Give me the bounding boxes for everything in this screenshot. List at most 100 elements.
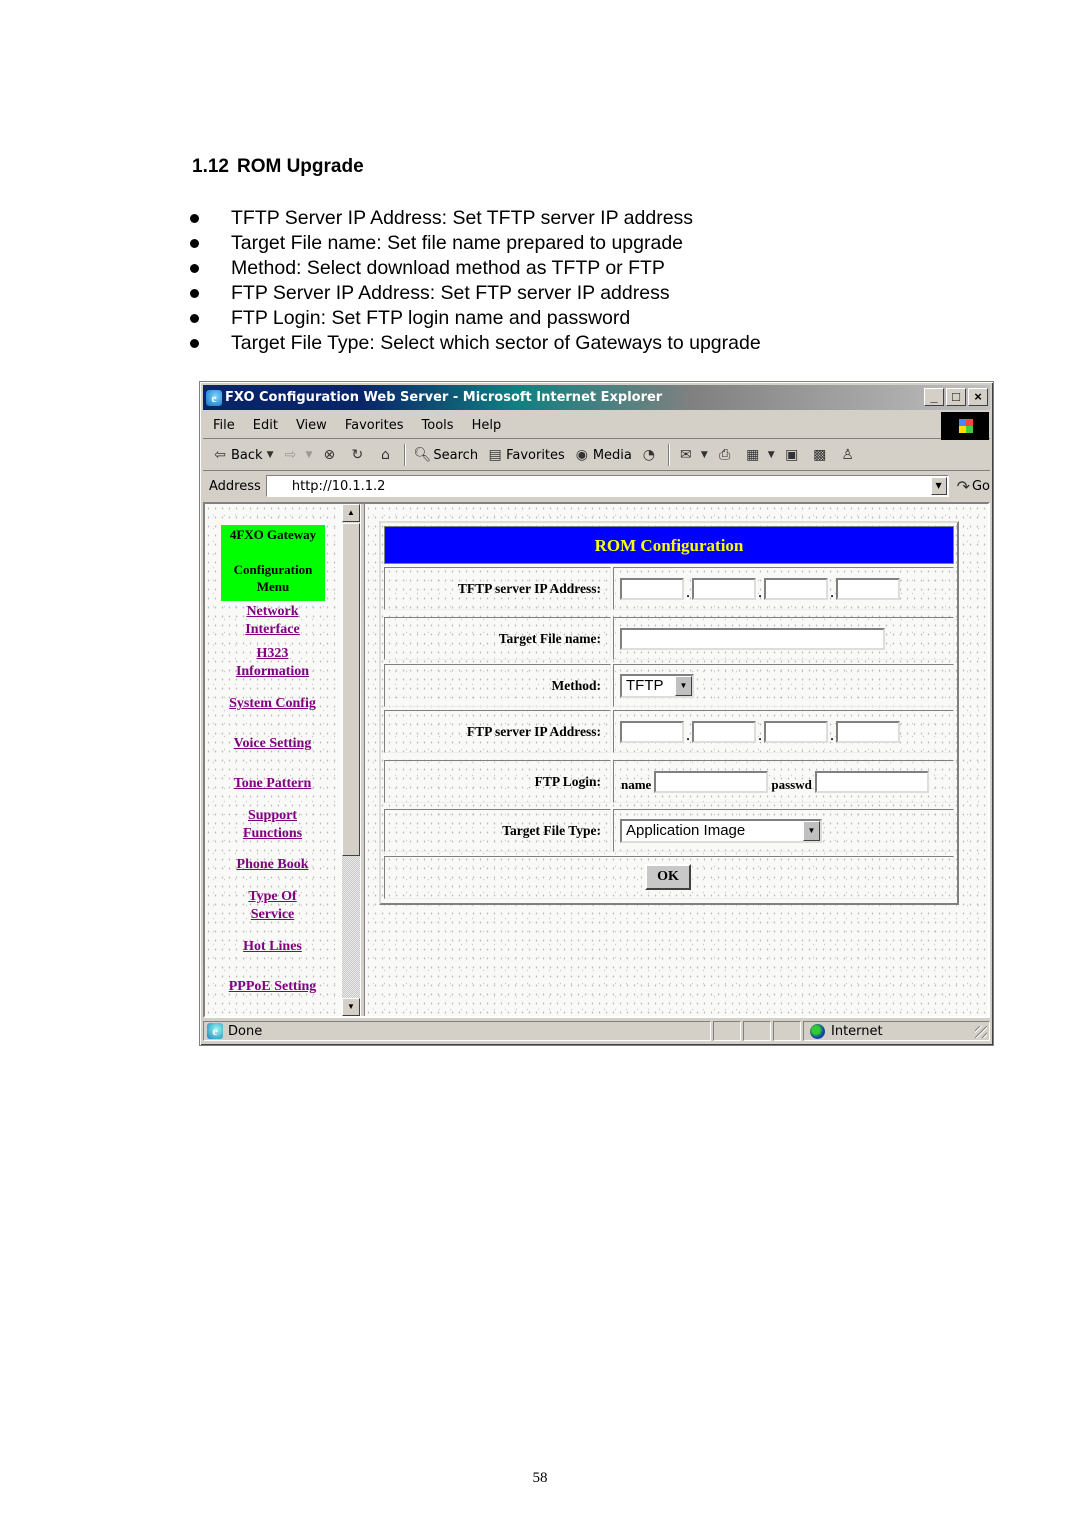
browser-window: e FXO Configuration Web Server - Microso… xyxy=(199,381,994,1046)
home-button[interactable]: ⌂ xyxy=(376,446,396,464)
nav-network-interface[interactable]: Network Interface xyxy=(205,603,340,639)
stop-button[interactable]: ⊗ xyxy=(320,446,340,464)
forward-button[interactable]: ⇨ ▼ xyxy=(281,446,313,464)
menu-favorites[interactable]: Favorites xyxy=(345,418,404,433)
method-select[interactable]: TFTP ▼ xyxy=(620,673,694,698)
address-input[interactable]: http://10.1.1.2 ▼ xyxy=(265,475,949,497)
status-pane xyxy=(713,1021,741,1041)
back-button[interactable]: ⇦ Back ▼ xyxy=(211,446,273,464)
ftp-login-label: FTP Login: xyxy=(384,760,611,803)
nav-pppoe-setting[interactable]: PPPoE Setting xyxy=(205,978,340,996)
ftp-ip-octet-4[interactable] xyxy=(836,720,900,743)
name-label: name xyxy=(621,776,652,792)
section-title: ROM Upgrade xyxy=(236,156,364,177)
bullet-icon xyxy=(190,314,199,323)
edit-button[interactable]: ▦ ▼ xyxy=(744,446,775,464)
research-icon: ▩ xyxy=(813,447,827,463)
address-dropdown-icon[interactable]: ▼ xyxy=(930,477,947,495)
rom-config-title: ROM Configuration xyxy=(384,526,954,564)
edit-page-icon: ▦ xyxy=(746,447,760,463)
chevron-down-icon[interactable]: ▼ xyxy=(675,675,692,696)
history-icon: ◔ xyxy=(642,447,655,463)
nav-phone-book[interactable]: Phone Book xyxy=(205,856,340,874)
print-button[interactable]: ⎙ xyxy=(716,446,736,464)
nav-tone-pattern[interactable]: Tone Pattern xyxy=(205,775,340,793)
research-button[interactable]: ▩ xyxy=(811,446,831,464)
chevron-down-icon[interactable]: ▼ xyxy=(305,450,312,460)
menu-edit[interactable]: Edit xyxy=(253,418,278,433)
menu-file[interactable]: File xyxy=(213,418,235,433)
bullet-icon xyxy=(190,214,199,223)
ftp-name-input[interactable] xyxy=(654,770,769,793)
nav-system-config[interactable]: System Config xyxy=(205,695,340,713)
menu-bar: File Edit View Favorites Tools Help xyxy=(203,412,990,439)
mail-button[interactable]: ✉ ▼ xyxy=(677,446,708,464)
scroll-down-icon[interactable]: ▼ xyxy=(342,998,360,1016)
nav-h323-information[interactable]: H323 Information xyxy=(205,645,340,681)
status-pane xyxy=(743,1021,771,1041)
mail-icon: ✉ xyxy=(679,447,692,463)
page-number: 58 xyxy=(532,1470,548,1486)
discuss-button[interactable]: ▣ xyxy=(783,446,803,464)
tftp-ip-octet-2[interactable] xyxy=(692,577,756,600)
chevron-down-icon[interactable]: ▼ xyxy=(701,450,708,460)
chevron-down-icon[interactable]: ▼ xyxy=(267,450,274,460)
menu-help[interactable]: Help xyxy=(472,418,502,433)
status-bar: e Done Internet xyxy=(203,1020,990,1042)
nav-hot-lines[interactable]: Hot Lines xyxy=(205,938,340,956)
favorites-button[interactable]: ▤ Favorites xyxy=(486,446,564,464)
menu-header: 4FXO Gateway Configuration Menu xyxy=(221,525,325,601)
search-button[interactable]: 🔍︎ Search xyxy=(413,446,479,464)
bullet-item: TFTP Server IP Address: Set TFTP server … xyxy=(190,206,761,231)
resize-grip-icon[interactable] xyxy=(975,1026,987,1038)
page-done-icon: e xyxy=(207,1023,223,1039)
tftp-ip-octet-1[interactable] xyxy=(620,577,684,600)
sidebar-frame: 4FXO Gateway Configuration Menu Network I… xyxy=(205,504,340,1016)
ftp-ip-row: FTP server IP Address: . . . xyxy=(384,710,954,753)
scroll-up-icon[interactable]: ▲ xyxy=(342,504,360,522)
refresh-button[interactable]: ↻ xyxy=(348,446,368,464)
back-arrow-icon: ⇦ xyxy=(214,447,226,463)
close-button[interactable]: × xyxy=(968,388,988,406)
address-url: http://10.1.1.2 xyxy=(291,478,386,494)
windows-logo-icon xyxy=(941,412,989,440)
scroll-thumb[interactable] xyxy=(342,523,360,856)
sidebar-scrollbar[interactable]: ▲ ▼ xyxy=(342,504,360,1016)
target-file-input[interactable] xyxy=(620,627,885,650)
nav-type-of-service[interactable]: Type Of Service xyxy=(205,888,340,924)
minimize-button[interactable]: _ xyxy=(924,388,944,406)
bullet-list: TFTP Server IP Address: Set TFTP server … xyxy=(190,206,761,356)
method-row: Method: TFTP ▼ xyxy=(384,664,954,707)
ftp-ip-octet-3[interactable] xyxy=(764,720,828,743)
ftp-ip-octet-2[interactable] xyxy=(692,720,756,743)
passwd-label: passwd xyxy=(771,776,812,792)
history-button[interactable]: ◔ xyxy=(640,446,660,464)
ftp-login-row: FTP Login: name passwd xyxy=(384,760,954,803)
go-button[interactable]: ↷ Go xyxy=(957,477,990,496)
messenger-icon: ♙ xyxy=(841,447,854,463)
target-file-row: Target File name: xyxy=(384,617,954,660)
home-icon: ⌂ xyxy=(380,447,390,463)
security-zone: Internet xyxy=(803,1021,990,1041)
messenger-button[interactable]: ♙ xyxy=(839,446,859,464)
go-arrow-icon: ↷ xyxy=(956,476,970,496)
bullet-item: Target File Type: Select which sector of… xyxy=(190,331,761,356)
address-label: Address xyxy=(209,478,261,494)
nav-voice-setting[interactable]: Voice Setting xyxy=(205,735,340,753)
chevron-down-icon[interactable]: ▼ xyxy=(768,450,775,460)
media-button[interactable]: ◉ Media xyxy=(573,446,632,464)
chevron-down-icon[interactable]: ▼ xyxy=(803,820,820,841)
title-bar[interactable]: e FXO Configuration Web Server - Microso… xyxy=(203,385,990,410)
ftp-passwd-input[interactable] xyxy=(814,770,929,793)
ftp-ip-octet-1[interactable] xyxy=(620,720,684,743)
main-frame: ROM Configuration TFTP server IP Address… xyxy=(365,504,988,1016)
bullet-icon xyxy=(190,264,199,273)
ok-button[interactable]: OK xyxy=(645,864,691,890)
tftp-ip-octet-4[interactable] xyxy=(836,577,900,600)
menu-view[interactable]: View xyxy=(296,418,327,433)
tftp-ip-octet-3[interactable] xyxy=(764,577,828,600)
menu-tools[interactable]: Tools xyxy=(422,418,454,433)
nav-support-functions[interactable]: Support Functions xyxy=(205,807,340,843)
maximize-button[interactable]: □ xyxy=(946,388,966,406)
file-type-select[interactable]: Application Image ▼ xyxy=(620,818,822,843)
